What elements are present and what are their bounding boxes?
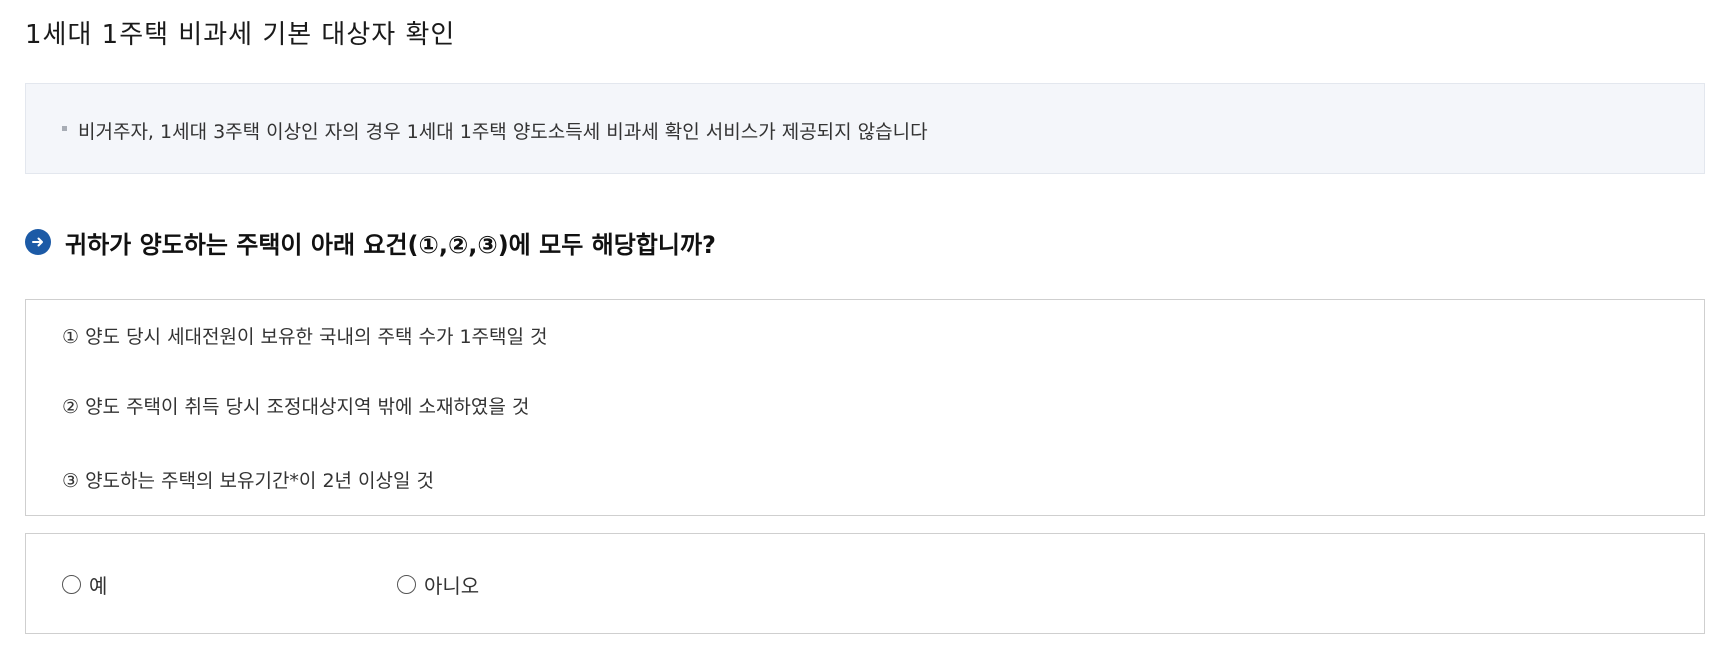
no-radio-button[interactable] (397, 575, 416, 594)
page-title: 1세대 1주택 비과세 기본 대상자 확인 (25, 20, 456, 50)
requirement-item-1: ① 양도 당시 세대전원이 보유한 국내의 주택 수가 1주택일 것 (62, 326, 548, 348)
question-heading: 귀하가 양도하는 주택이 아래 요건(①,②,③)에 모두 해당합니까? (25, 226, 716, 259)
requirement-item-3: ③ 양도하는 주택의 보유기간*이 2년 이상일 것 (62, 470, 435, 492)
yes-radio-button[interactable] (62, 575, 81, 594)
no-radio-option[interactable]: 아니오 (397, 570, 479, 599)
yes-radio-label[interactable]: 예 (89, 570, 107, 599)
question-text: 귀하가 양도하는 주택이 아래 요건(①,②,③)에 모두 해당합니까? (65, 230, 716, 259)
yes-radio-option[interactable]: 예 (62, 570, 107, 599)
requirements-list: ① 양도 당시 세대전원이 보유한 국내의 주택 수가 1주택일 것 ② 양도 … (25, 299, 1705, 516)
requirement-item-2: ② 양도 주택이 취득 당시 조정대상지역 밖에 소재하였을 것 (62, 396, 530, 418)
notice-box: 비거주자, 1세대 3주택 이상인 자의 경우 1세대 1주택 양도소득세 비과… (25, 83, 1705, 174)
notice-text: 비거주자, 1세대 3주택 이상인 자의 경우 1세대 1주택 양도소득세 비과… (78, 121, 928, 143)
arrow-circle-icon (25, 229, 51, 255)
bullet-icon (62, 126, 67, 131)
no-radio-label[interactable]: 아니오 (424, 570, 479, 599)
answer-radio-group: 예 아니오 (25, 533, 1705, 634)
